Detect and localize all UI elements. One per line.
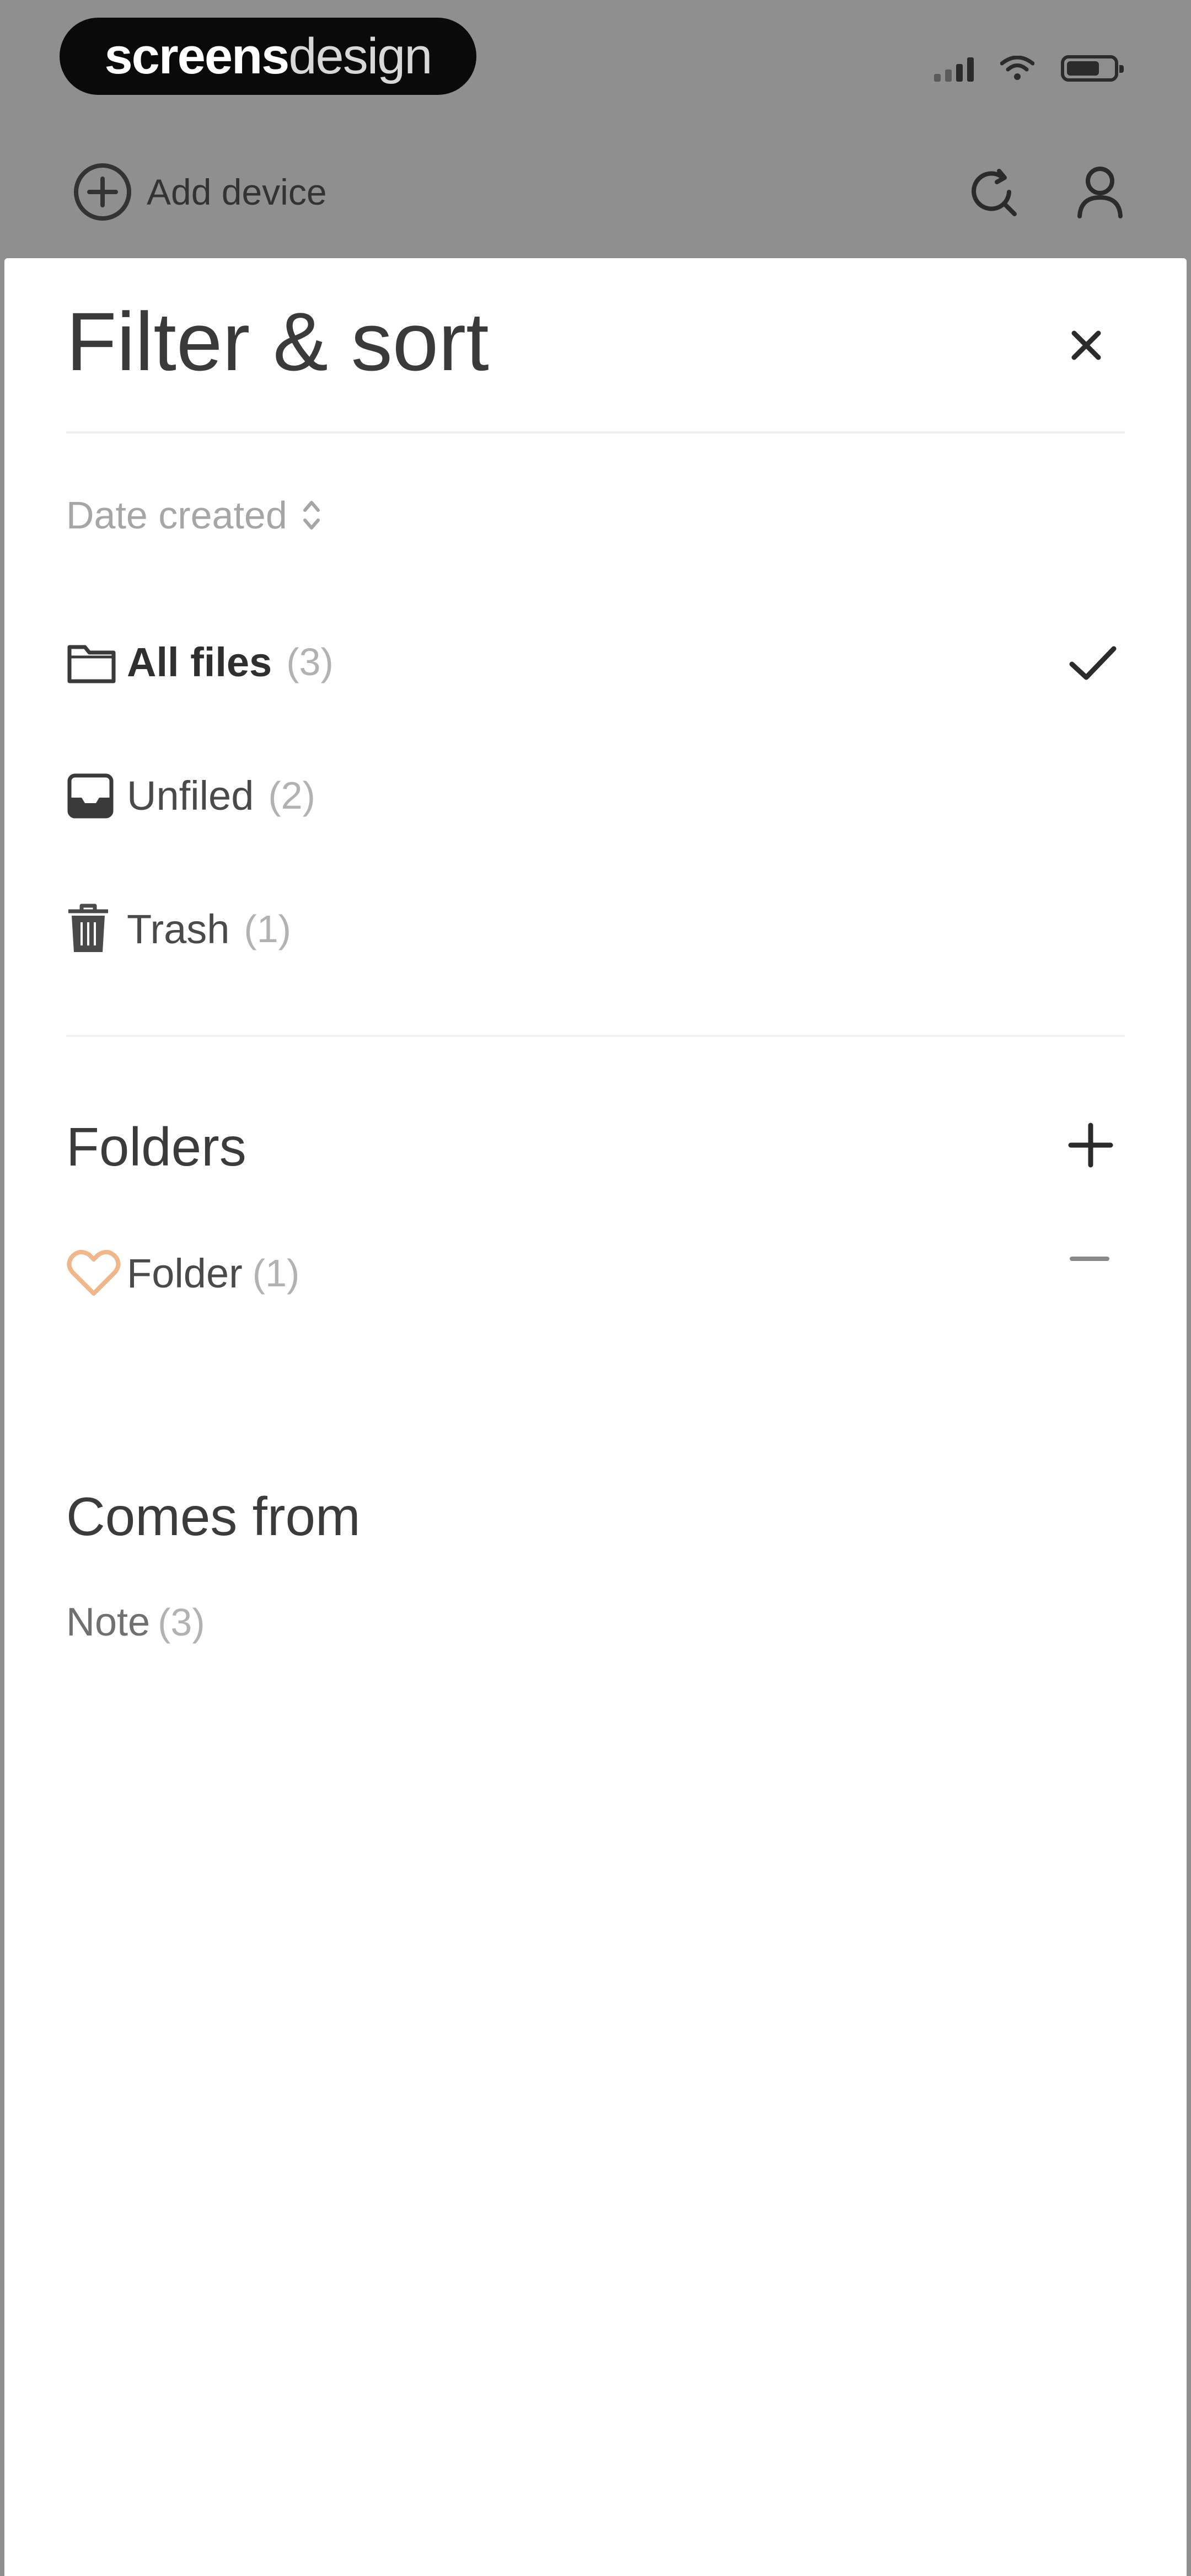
source-count: (3) bbox=[158, 1601, 205, 1644]
filter-label: All files bbox=[127, 639, 272, 685]
battery-icon bbox=[1061, 55, 1124, 82]
source-label: Note bbox=[66, 1600, 151, 1644]
screensdesign-logo: screens design bbox=[60, 18, 476, 95]
logo-text-bold: screens bbox=[104, 28, 290, 84]
remove-folder-icon[interactable] bbox=[1070, 1257, 1109, 1261]
comes-from-heading: Comes from bbox=[66, 1486, 361, 1547]
filter-sort-sheet bbox=[4, 258, 1187, 2576]
top-actions bbox=[965, 161, 1125, 223]
source-item[interactable]: Note (3) bbox=[66, 1600, 205, 1645]
checkmark-icon bbox=[1069, 646, 1117, 680]
sort-dropdown[interactable]: Date created bbox=[66, 488, 323, 543]
logo-text-light: design bbox=[288, 28, 432, 84]
add-folder-icon[interactable] bbox=[1066, 1121, 1115, 1169]
divider bbox=[66, 431, 1125, 434]
inbox-icon bbox=[66, 771, 127, 820]
heart-icon bbox=[66, 1248, 127, 1298]
page-title: Filter & sort bbox=[66, 295, 489, 388]
close-icon[interactable] bbox=[1064, 323, 1108, 367]
refresh-search-icon[interactable] bbox=[965, 164, 1020, 220]
filter-label: Unfiled bbox=[127, 772, 254, 819]
add-device-label: Add device bbox=[147, 172, 327, 212]
divider bbox=[66, 1035, 1125, 1037]
filter-trash[interactable]: Trash (1) bbox=[66, 896, 291, 962]
folder-item[interactable]: Folder (1) bbox=[66, 1240, 299, 1306]
profile-icon[interactable] bbox=[1075, 164, 1125, 220]
filter-count: (1) bbox=[244, 907, 291, 950]
add-circle-icon bbox=[74, 163, 131, 221]
folder-count: (1) bbox=[252, 1252, 300, 1295]
folder-label: Folder bbox=[127, 1250, 243, 1296]
sort-label: Date created bbox=[66, 494, 287, 537]
filter-unfiled[interactable]: Unfiled (2) bbox=[66, 762, 315, 829]
wifi-icon bbox=[1000, 56, 1034, 80]
filter-count: (3) bbox=[286, 640, 334, 683]
add-device-button[interactable]: Add device bbox=[72, 161, 327, 223]
filter-all-files[interactable]: All files (3) bbox=[66, 629, 334, 695]
status-icons bbox=[934, 49, 1124, 88]
sort-chevrons-icon bbox=[303, 501, 320, 530]
folders-heading: Folders bbox=[66, 1116, 246, 1177]
trash-icon bbox=[66, 902, 127, 955]
filter-count: (2) bbox=[268, 774, 315, 817]
folder-icon bbox=[66, 639, 127, 685]
filter-label: Trash bbox=[127, 906, 230, 952]
cellular-signal-icon bbox=[934, 55, 974, 82]
